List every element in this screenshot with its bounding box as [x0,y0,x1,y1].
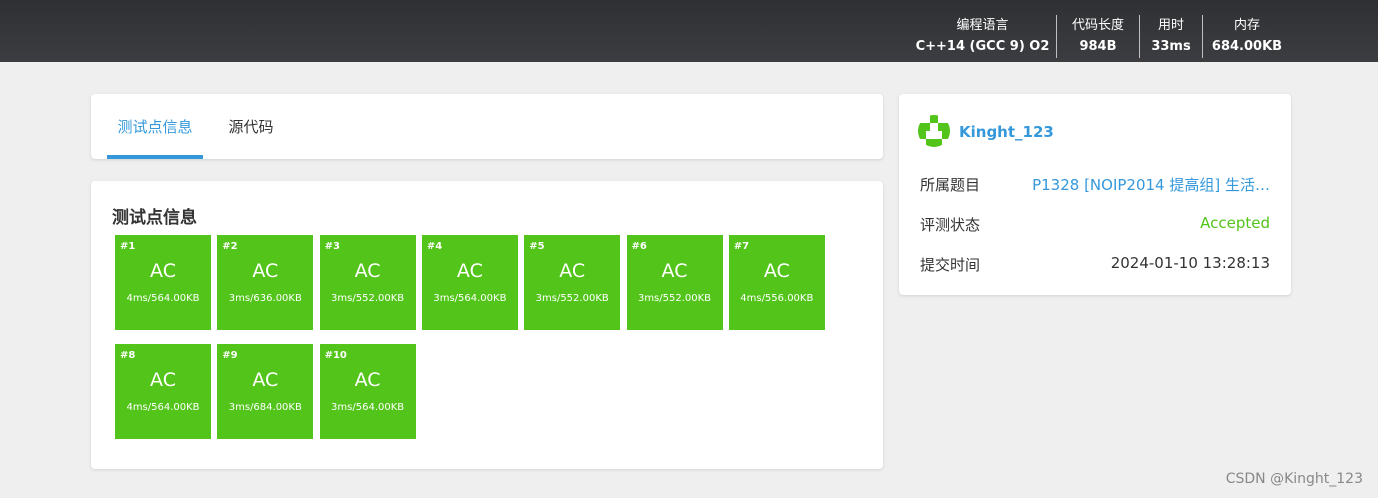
problem-label: 所属题目 [920,176,981,194]
stat-code-length-value: 984B [1079,39,1117,54]
tab-source-code[interactable]: 源代码 [225,94,277,159]
test-case-stats: 3ms/552.00KB [535,293,609,304]
test-case-number: #5 [529,241,545,252]
test-case-result: AC [354,369,381,391]
stat-memory: 内存 684.00KB [1202,15,1291,58]
test-case-tile[interactable]: #1 AC 4ms/564.00KB [115,235,211,330]
problem-link[interactable]: P1328 [NOIP2014 提高组] 生活… [1032,174,1270,195]
test-case-result: AC [252,369,279,391]
stat-memory-value: 684.00KB [1211,39,1283,54]
test-case-stats: 3ms/564.00KB [331,402,405,413]
test-case-result: AC [559,260,586,282]
test-case-number: #6 [631,241,647,252]
test-case-stats: 3ms/552.00KB [637,293,712,304]
top-bar: 编程语言 C++14 (GCC 9) O2 代码长度 984B 用时 33ms … [0,0,1378,62]
stat-code-length: 代码长度 984B [1056,15,1139,58]
username-link[interactable]: Kinght_123 [959,123,1054,141]
stat-memory-label: 内存 [1233,18,1260,33]
test-case-tile[interactable]: #9 AC 3ms/684.00KB [217,344,314,439]
test-case-tile[interactable]: #4 AC 3ms/564.00KB [421,235,518,330]
submit-time-label: 提交时间 [920,256,981,274]
tab-test-cases[interactable]: 测试点信息 [107,94,203,159]
stat-time: 用时 33ms [1139,15,1202,58]
test-case-tile[interactable]: #7 AC 4ms/556.00KB [728,235,825,330]
test-cases-card: 测试点信息 #1 AC 4ms/564.00KB #2 AC 3ms/636.00KB #3… [91,181,883,469]
active-tab-indicator [107,155,203,159]
test-case-number: #4 [426,241,443,252]
stat-time-value: 33ms [1151,39,1191,54]
avatar-identicon[interactable] [918,115,950,147]
stat-code-length-label: 代码长度 [1071,18,1124,33]
test-case-result: AC [763,260,790,282]
status-label: 评测状态 [920,216,981,234]
avatar-icon [918,115,950,147]
test-case-stats: 4ms/556.00KB [740,293,814,304]
test-case-number: #8 [120,350,136,361]
test-case-stats: 3ms/684.00KB [228,402,302,413]
stat-language-label: 编程语言 [956,18,1009,33]
watermark: CSDN @Kinght_123 [1225,471,1363,487]
test-case-result: AC [150,260,176,282]
stat-language: 编程语言 C++14 (GCC 9) O2 [910,15,1055,58]
test-case-stats: 3ms/552.00KB [331,293,405,304]
test-case-number: #9 [222,350,238,361]
test-case-tile[interactable]: #8 AC 4ms/564.00KB [115,344,211,439]
test-case-tile[interactable]: #2 AC 3ms/636.00KB [217,235,314,330]
submit-time-value: 2024-01-10 13:28:13 [1110,254,1270,272]
test-case-result: AC [354,260,381,282]
test-case-number: #1 [120,241,136,252]
test-case-number: #10 [324,350,347,361]
test-case-stats: 3ms/564.00KB [433,293,507,304]
test-case-result: AC [150,369,176,391]
tabs-card: 测试点信息 源代码 [91,94,883,159]
submission-info-card: Kinght_123 所属题目 P1328 [NOIP2014 提高组] 生活…… [899,94,1291,295]
stat-time-label: 用时 [1157,18,1184,33]
status-value: Accepted [1200,214,1270,232]
test-case-result: AC [252,260,279,282]
test-case-result: AC [661,260,688,282]
test-case-tile[interactable]: #5 AC 3ms/552.00KB [524,235,621,330]
test-case-result: AC [456,260,483,282]
test-case-tile[interactable]: #6 AC 3ms/552.00KB [626,235,723,330]
test-case-number: #3 [324,241,340,252]
test-case-stats: 4ms/564.00KB [126,402,200,413]
test-case-stats: 3ms/636.00KB [228,293,302,304]
test-case-tile[interactable]: #10 AC 3ms/564.00KB [319,344,416,439]
section-title: 测试点信息 [112,208,197,228]
test-case-stats: 4ms/564.00KB [126,293,200,304]
stat-language-value: C++14 (GCC 9) O2 [915,39,1050,54]
test-case-number: #2 [222,241,238,252]
test-case-tile[interactable]: #3 AC 3ms/552.00KB [319,235,416,330]
test-case-number: #7 [733,241,750,252]
